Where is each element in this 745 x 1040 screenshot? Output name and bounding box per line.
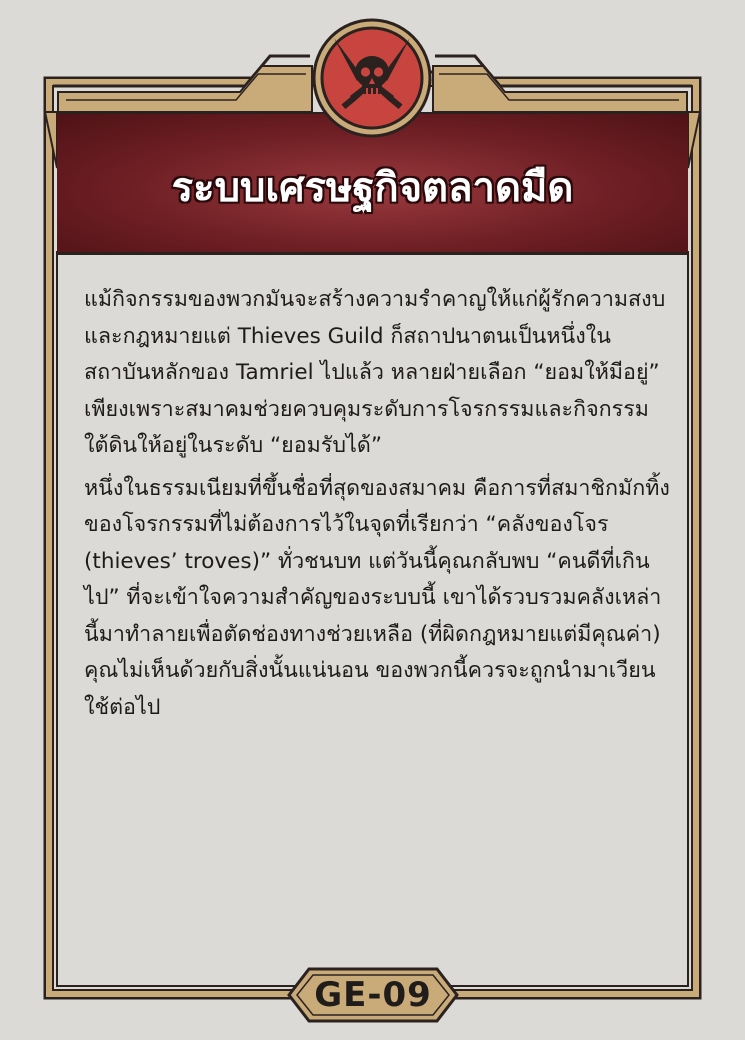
skull-crossed-daggers-icon xyxy=(312,18,432,138)
card-code: GE-09 xyxy=(314,975,432,1015)
event-card: ระบบเศรษฐกิจตลาดมืด แม้กิจกรรมของพวกมันจ… xyxy=(0,0,745,1040)
card-description: แม้กิจกรรมของพวกมันจะสร้างความรำคาญให้แก… xyxy=(84,282,674,732)
description-paragraph: แม้กิจกรรมของพวกมันจะสร้างความรำคาญให้แก… xyxy=(84,287,666,458)
card-title: ระบบเศรษฐกิจตลาดมืด xyxy=(171,165,574,211)
description-paragraph: หนึ่งในธรรมเนียมที่ขึ้นชื่อที่สุดของสมาค… xyxy=(84,475,670,720)
